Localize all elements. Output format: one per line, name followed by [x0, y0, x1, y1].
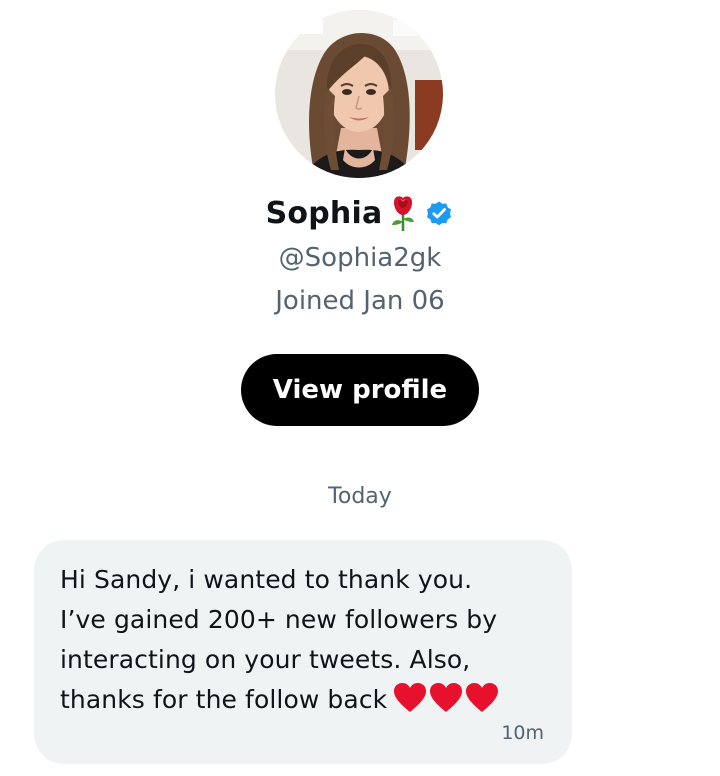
name-row: Sophia [0, 194, 720, 232]
user-handle: @Sophia2gk [278, 243, 442, 273]
rose-icon [388, 194, 418, 232]
heart-icon [465, 682, 499, 714]
avatar[interactable] [275, 10, 443, 178]
heart-icon [393, 682, 427, 714]
message-bubble[interactable]: Hi Sandy, i wanted to thank you. I’ve ga… [34, 540, 572, 764]
day-separator: Today [328, 484, 392, 509]
joined-date: Joined Jan 06 [275, 286, 445, 316]
message-text: Hi Sandy, i wanted to thank you. I’ve ga… [60, 560, 552, 720]
display-name: Sophia [265, 195, 383, 231]
verified-badge-icon[interactable] [424, 198, 454, 228]
avatar-image [275, 10, 443, 178]
message-timestamp: 10m [501, 722, 544, 744]
heart-icon [429, 682, 463, 714]
heart-reactions [393, 682, 499, 714]
view-profile-button[interactable]: View profile [241, 354, 479, 426]
